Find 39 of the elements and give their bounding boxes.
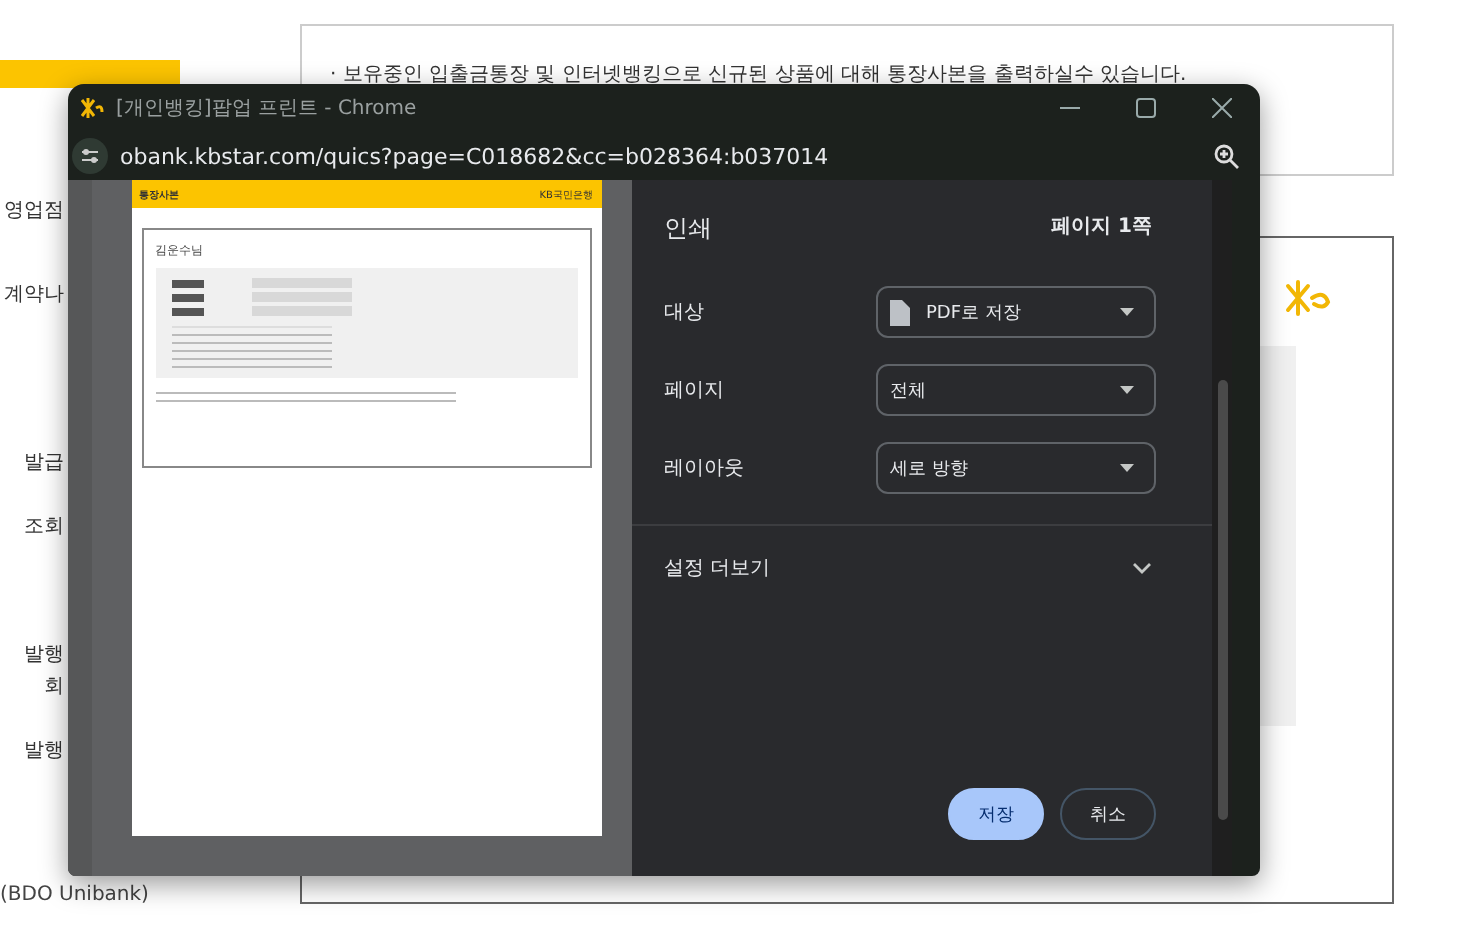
- label-line-drawing: [171, 307, 203, 315]
- sidebar-item[interactable]: 조회: [24, 512, 64, 540]
- sidebar-item[interactable]: 회: [44, 672, 64, 700]
- sidebar-item[interactable]: 계약나: [4, 280, 64, 308]
- window-title: [개인뱅킹]팝업 프린트 - Chrome: [116, 96, 419, 122]
- blurred-value: [251, 278, 351, 288]
- document-icon: [890, 299, 910, 325]
- page-count: 페이지 1쪽: [1051, 214, 1152, 242]
- setting-dropdown[interactable]: 세로 방향: [876, 442, 1156, 494]
- setting-label: 레이아웃: [664, 456, 744, 482]
- maximize-icon[interactable]: [1136, 98, 1156, 118]
- setting-label: 페이지: [664, 378, 724, 404]
- site-settings-icon[interactable]: [72, 138, 108, 174]
- save-button[interactable]: 저장: [948, 788, 1044, 840]
- chevron-icon: [1132, 562, 1152, 574]
- zoom-icon[interactable]: [1214, 143, 1240, 169]
- star-logo-icon: [80, 98, 104, 118]
- sidebar-item[interactable]: 영업점: [4, 196, 64, 224]
- close-icon[interactable]: [1212, 98, 1232, 118]
- caret-icon: [1120, 386, 1134, 394]
- setting-dropdown[interactable]: 전체: [876, 364, 1156, 416]
- setting-dropdown[interactable]: PDF로 저장: [876, 286, 1156, 338]
- star-logo-icon: [1284, 278, 1336, 318]
- setting-label: 대상: [664, 300, 704, 326]
- blurred-value: [251, 306, 351, 316]
- sidebar-item[interactable]: 발행: [24, 640, 64, 668]
- notice-text: · 보유중인 입출금통장 및 인터넷뱅킹으로 신규된 상품에 대해 통장사본을 출력하실수 있습니다.: [330, 64, 1187, 86]
- sidebar-item[interactable]: (BDO Unibank): [0, 884, 149, 906]
- blurred-value: [251, 292, 351, 302]
- cancel-button[interactable]: 취소: [1060, 788, 1156, 840]
- sidebar-item[interactable]: 발행: [24, 736, 64, 764]
- sidebar-item[interactable]: 발급: [24, 448, 64, 476]
- more-settings-toggle[interactable]: 설정 더보기: [632, 554, 1212, 582]
- dialog-title: 인쇄: [664, 212, 712, 246]
- caret-icon: [1120, 308, 1134, 316]
- caret-icon: [1120, 464, 1134, 472]
- label-line-drawing: [171, 279, 203, 287]
- label-line-drawing: [171, 293, 203, 301]
- url-text[interactable]: obank.kbstar.com/quics?page=C018682&cc=b028364:b037014: [120, 143, 1202, 169]
